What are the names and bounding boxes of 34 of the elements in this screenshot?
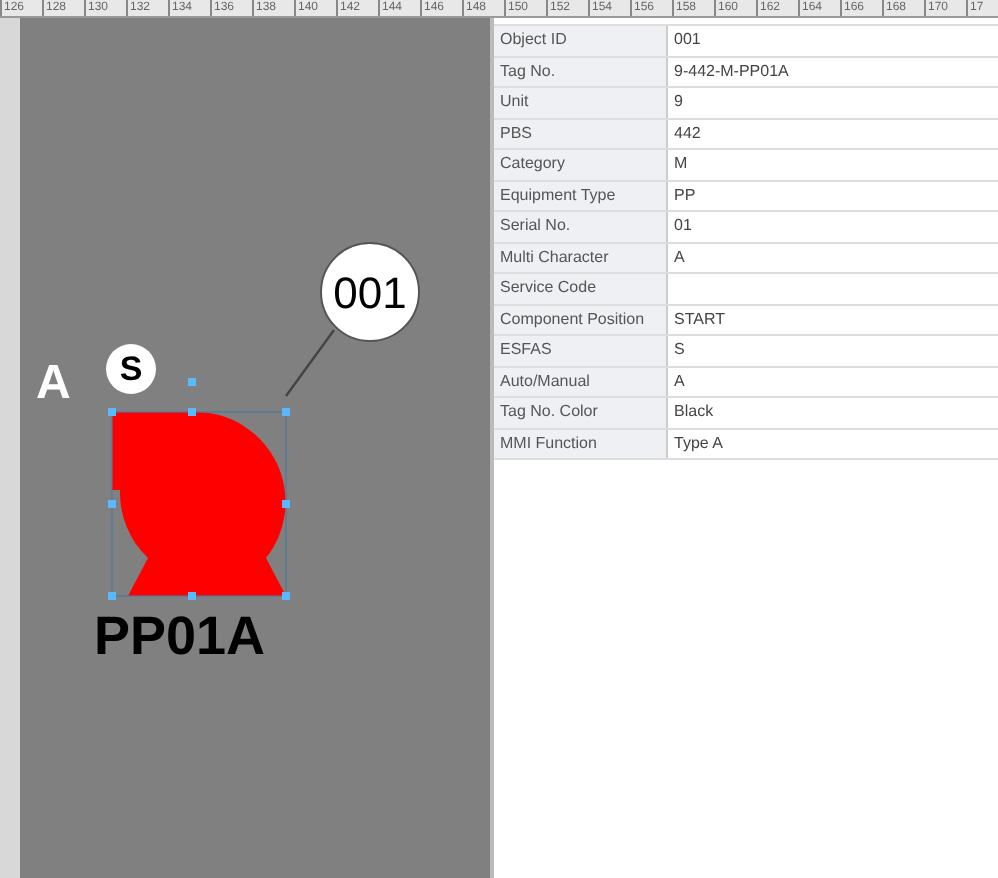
property-value[interactable]: 01 (668, 212, 998, 241)
property-name: Unit (494, 88, 668, 117)
property-name: Equipment Type (494, 181, 668, 210)
pump-symbol[interactable] (112, 412, 286, 596)
property-value[interactable]: A (668, 243, 998, 272)
property-value[interactable]: S (668, 336, 998, 365)
property-name: Tag No. Color (494, 398, 668, 427)
property-value[interactable]: 9 (668, 88, 998, 117)
property-value[interactable]: 9-442-M-PP01A (668, 57, 998, 86)
property-name: MMI Function (494, 429, 668, 458)
property-name: Object ID (494, 26, 668, 55)
esfas-badge: S (106, 344, 156, 394)
property-value[interactable]: START (668, 305, 998, 334)
multi-character-label: A (36, 360, 71, 408)
property-name: Auto/Manual (494, 367, 668, 396)
equipment-tag: PP01A (94, 606, 266, 666)
property-value[interactable]: M (668, 150, 998, 179)
property-value[interactable]: 001 (668, 26, 998, 55)
property-name: ESFAS (494, 336, 668, 365)
property-name: Serial No. (494, 212, 668, 241)
property-name: Service Code (494, 274, 668, 303)
leader-line (284, 328, 336, 398)
property-value[interactable]: Black (668, 398, 998, 427)
property-name: Tag No. (494, 57, 668, 86)
property-value[interactable]: Type A (668, 429, 998, 458)
property-value[interactable]: 442 (668, 119, 998, 148)
property-value[interactable]: A (668, 367, 998, 396)
property-name: Component Position (494, 305, 668, 334)
property-name: PBS (494, 119, 668, 148)
property-value[interactable]: PP (668, 181, 998, 210)
tag-balloon: 001 (320, 242, 420, 342)
property-name: Multi Character (494, 243, 668, 272)
selection-handles[interactable] (108, 378, 290, 600)
property-name: Category (494, 150, 668, 179)
